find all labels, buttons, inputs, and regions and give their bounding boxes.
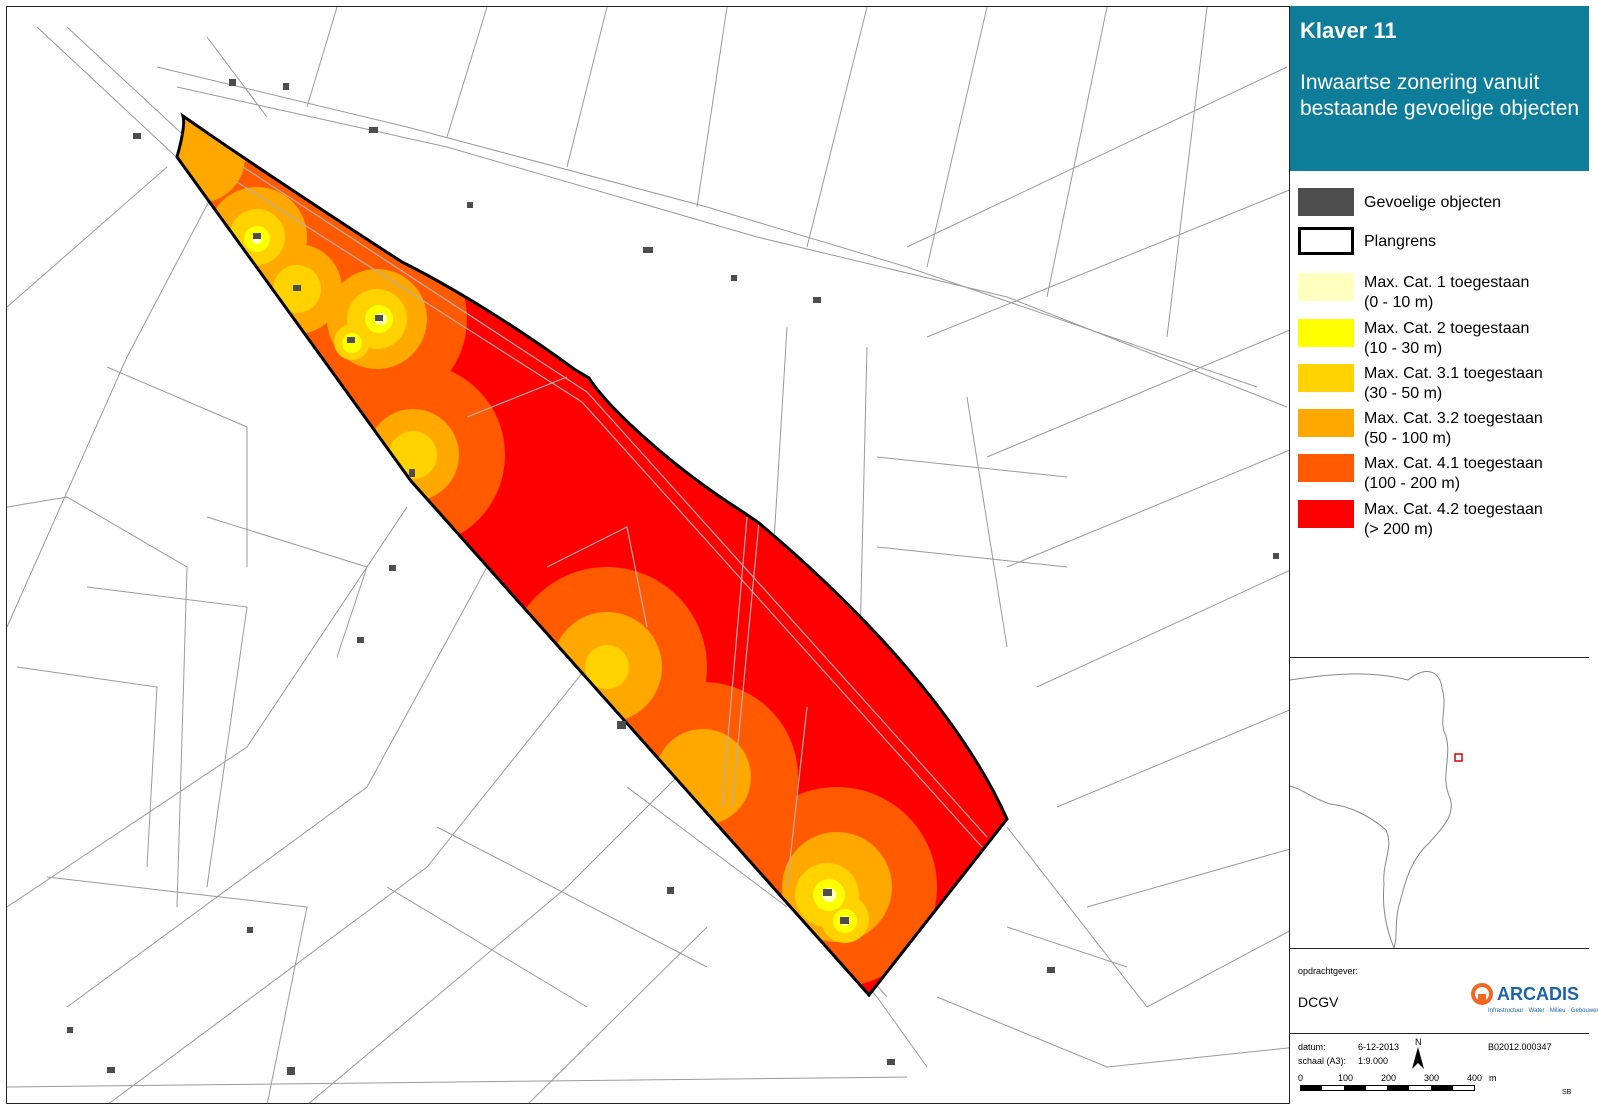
title-box: Klaver 11 Inwaartse zonering vanuit best… [1290,6,1589,171]
arcadis-logo-icon [1471,983,1493,1005]
legend-label: Gevoelige objecten [1364,194,1501,211]
legend-swatch [1298,227,1354,255]
scalebar [1300,1085,1475,1091]
title-block-meta: datum: 6-12-2013 schaal (A3): 1:9.000 B0… [1290,1033,1589,1103]
legend-label: Max. Cat. 4.1 toegestaan (100 - 200 m) [1364,455,1543,492]
map-title: Klaver 11 [1300,18,1397,43]
scalebar-unit: m [1489,1073,1497,1083]
location-marker [1454,753,1463,762]
arcadis-logo: ARCADIS Infrastructuur · Water · Milieu … [1470,982,1598,1022]
legend-swatch [1298,188,1354,216]
legend-swatch [1298,409,1354,437]
author-initials: SB [1562,1089,1572,1096]
north-arrow-icon [1412,1047,1424,1069]
legend-swatch [1298,273,1354,301]
legend-label: Max. Cat. 3.1 toegestaan (30 - 50 m) [1364,365,1543,402]
legend-label: Max. Cat. 3.2 toegestaan (50 - 100 m) [1364,410,1543,447]
legend-item-cat-4-1: Max. Cat. 4.1 toegestaan (100 - 200 m) [1298,454,1583,494]
client-label: opdrachtgever: [1298,966,1359,976]
legend-label: Plangrens [1364,233,1437,250]
scale-label: schaal (A3): [1298,1056,1347,1066]
scalebar-tick-label: 100 [1338,1073,1354,1083]
province-outline [1289,671,1463,949]
overview-inset-map [1289,657,1589,949]
scalebar-tick-label: 0 [1298,1073,1304,1083]
scale-value: 1:9.000 [1358,1056,1389,1066]
legend-swatch [1298,454,1354,482]
legend-label: Max. Cat. 4.2 toegestaan (> 200 m) [1364,501,1543,538]
legend-item-plangrens: Plangrens [1298,227,1583,257]
legend-item-cat-3-2: Max. Cat. 3.2 toegestaan (50 - 100 m) [1298,409,1583,449]
legend-item-gevoelige-objecten: Gevoelige objecten [1298,188,1583,218]
north-label: N [1415,1037,1422,1047]
date-value: 6-12-2013 [1358,1042,1400,1052]
legend-swatch [1298,500,1354,528]
date-label: datum: [1298,1042,1326,1052]
arcadis-logo-wordmark: ARCADIS [1497,984,1580,1004]
arcadis-logo-tagline: Infrastructuur · Water · Milieu · Gebouw… [1488,1008,1598,1014]
map-subtitle: Inwaartse zonering vanuit bestaande gevo… [1300,71,1580,120]
legend-swatch [1298,319,1354,347]
legend-item-cat-2: Max. Cat. 2 toegestaan (10 - 30 m) [1298,319,1583,359]
legend-item-cat-1: Max. Cat. 1 toegestaan (0 - 10 m) [1298,273,1583,313]
scalebar-tick-label: 300 [1424,1073,1440,1083]
legend-panel: Klaver 11 Inwaartse zonering vanuit best… [1289,6,1598,1104]
legend-swatch [1298,364,1354,392]
legend-item-cat-4-2: Max. Cat. 4.2 toegestaan (> 200 m) [1298,500,1583,540]
legend-label: Max. Cat. 2 toegestaan (10 - 30 m) [1364,320,1530,357]
legend-item-cat-3-1: Max. Cat. 3.1 toegestaan (30 - 50 m) [1298,364,1583,404]
scalebar-tick-label: 400 [1467,1073,1483,1083]
scalebar-tick-label: 200 [1381,1073,1397,1083]
project-number: B02012.000347 [1488,1042,1552,1052]
legend-label: Max. Cat. 1 toegestaan (0 - 10 m) [1364,274,1530,311]
client-name: DCGV [1298,994,1339,1010]
